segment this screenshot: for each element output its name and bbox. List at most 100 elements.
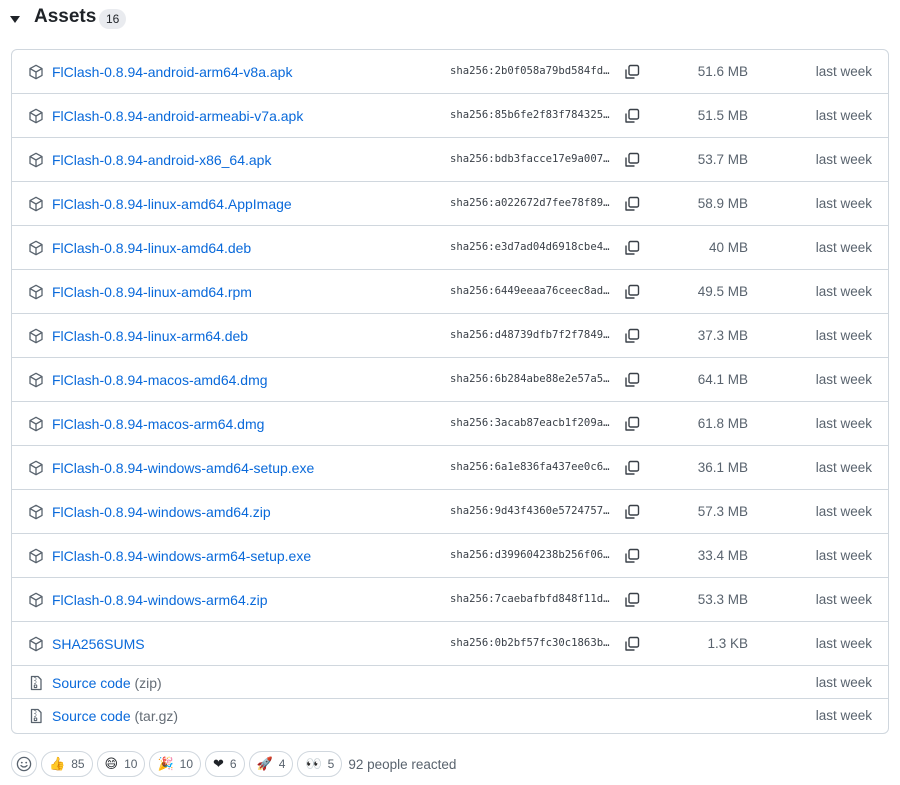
asset-time: last week bbox=[815, 636, 872, 651]
asset-size: 64.1 MB bbox=[697, 372, 748, 387]
reaction-button[interactable]: 👀 5 bbox=[297, 751, 343, 777]
copy-icon[interactable] bbox=[623, 371, 641, 389]
copy-icon[interactable] bbox=[623, 151, 641, 169]
asset-row: FlClash-0.8.94-macos-amd64.dmg sha256:6b2… bbox=[12, 357, 888, 401]
copy-icon[interactable] bbox=[623, 635, 641, 653]
asset-download-link[interactable]: FlClash-0.8.94-windows-amd64.zip bbox=[52, 504, 271, 520]
source-time: last week bbox=[815, 675, 872, 690]
copy-icon[interactable] bbox=[623, 107, 641, 125]
reaction-button[interactable]: 😄 10 bbox=[96, 751, 146, 777]
reaction-count: 6 bbox=[229, 757, 237, 771]
asset-sha256: sha256:3acab87eacb1f209a… bbox=[450, 417, 610, 429]
asset-time: last week bbox=[815, 548, 872, 563]
asset-size: 37.3 MB bbox=[697, 328, 748, 343]
asset-download-link[interactable]: FlClash-0.8.94-android-armeabi-v7a.apk bbox=[52, 108, 303, 124]
source-code-row: Source code (zip) last week bbox=[12, 665, 888, 698]
file-zip-icon bbox=[28, 675, 44, 691]
asset-download-link[interactable]: FlClash-0.8.94-linux-arm64.deb bbox=[52, 328, 248, 344]
asset-download-link[interactable]: FlClash-0.8.94-windows-amd64-setup.exe bbox=[52, 460, 314, 476]
package-icon bbox=[28, 592, 44, 608]
asset-sha256: sha256:d399604238b256f06… bbox=[450, 549, 610, 561]
package-icon bbox=[28, 636, 44, 652]
add-reaction-button[interactable] bbox=[11, 751, 37, 777]
asset-sha256: sha256:7caebafbfd848f11d… bbox=[450, 593, 610, 605]
copy-icon[interactable] bbox=[623, 195, 641, 213]
asset-download-link[interactable]: FlClash-0.8.94-linux-amd64.deb bbox=[52, 240, 251, 256]
asset-size: 53.7 MB bbox=[697, 152, 748, 167]
reaction-button[interactable]: 👍 85 bbox=[41, 751, 93, 777]
asset-time: last week bbox=[815, 240, 872, 255]
asset-time: last week bbox=[815, 152, 872, 167]
source-code-label: Source code bbox=[52, 708, 131, 724]
asset-sha256: sha256:bdb3facce17e9a007… bbox=[450, 153, 610, 165]
asset-download-link[interactable]: FlClash-0.8.94-windows-arm64-setup.exe bbox=[52, 548, 311, 564]
source-code-row: Source code (tar.gz) last week bbox=[12, 698, 888, 731]
copy-icon[interactable] bbox=[623, 459, 641, 477]
asset-row: FlClash-0.8.94-windows-amd64.zip sha256:9… bbox=[12, 489, 888, 533]
package-icon bbox=[28, 460, 44, 476]
assets-header: Assets 16 bbox=[0, 0, 900, 40]
package-icon bbox=[28, 504, 44, 520]
reaction-button[interactable]: ❤ 6 bbox=[205, 751, 245, 777]
source-code-link[interactable]: Source code (zip) bbox=[52, 675, 162, 691]
asset-download-link[interactable]: FlClash-0.8.94-windows-arm64.zip bbox=[52, 592, 268, 608]
asset-time: last week bbox=[815, 328, 872, 343]
copy-icon[interactable] bbox=[623, 503, 641, 521]
asset-size: 57.3 MB bbox=[697, 504, 748, 519]
collapse-caret-icon[interactable] bbox=[10, 16, 20, 23]
package-icon bbox=[28, 284, 44, 300]
asset-sha256: sha256:e3d7ad04d6918cbe4… bbox=[450, 241, 610, 253]
asset-row: FlClash-0.8.94-linux-amd64.rpm sha256:644… bbox=[12, 269, 888, 313]
laugh-icon: 😄 bbox=[104, 756, 119, 772]
asset-sha256: sha256:6449eeaa76ceec8ad… bbox=[450, 285, 610, 297]
asset-time: last week bbox=[815, 108, 872, 123]
copy-icon[interactable] bbox=[623, 591, 641, 609]
file-zip-icon bbox=[28, 708, 44, 724]
copy-icon[interactable] bbox=[623, 239, 641, 257]
asset-sha256: sha256:6b284abe88e2e57a5… bbox=[450, 373, 610, 385]
asset-download-link[interactable]: FlClash-0.8.94-linux-amd64.AppImage bbox=[52, 196, 292, 212]
asset-size: 51.6 MB bbox=[697, 64, 748, 79]
asset-row: FlClash-0.8.94-macos-arm64.dmg sha256:3ac… bbox=[12, 401, 888, 445]
package-icon bbox=[28, 328, 44, 344]
copy-icon[interactable] bbox=[623, 283, 641, 301]
asset-time: last week bbox=[815, 504, 872, 519]
copy-icon[interactable] bbox=[623, 547, 641, 565]
asset-download-link[interactable]: SHA256SUMS bbox=[52, 636, 145, 652]
asset-sha256: sha256:9d43f4360e5724757… bbox=[450, 505, 610, 517]
package-icon bbox=[28, 152, 44, 168]
asset-time: last week bbox=[815, 592, 872, 607]
asset-row: FlClash-0.8.94-windows-amd64-setup.exe sh… bbox=[12, 445, 888, 489]
rocket-icon: 🚀 bbox=[256, 756, 273, 772]
asset-row: FlClash-0.8.94-android-arm64-v8a.apk sha2… bbox=[12, 50, 888, 93]
asset-size: 33.4 MB bbox=[697, 548, 748, 563]
asset-size: 51.5 MB bbox=[697, 108, 748, 123]
asset-row: FlClash-0.8.94-windows-arm64.zip sha256:7… bbox=[12, 577, 888, 621]
asset-sha256: sha256:2b0f058a79bd584fd… bbox=[450, 65, 610, 77]
copy-icon[interactable] bbox=[623, 63, 641, 81]
asset-size: 53.3 MB bbox=[697, 592, 748, 607]
package-icon bbox=[28, 416, 44, 432]
asset-sha256: sha256:85b6fe2f83f784325… bbox=[450, 109, 610, 121]
asset-row: SHA256SUMS sha256:0b2bf57fc30c1863b… 1.3 K… bbox=[12, 621, 888, 665]
asset-size: 1.3 KB bbox=[707, 636, 748, 651]
reaction-summary: 92 people reacted bbox=[348, 756, 457, 772]
package-icon bbox=[28, 108, 44, 124]
asset-download-link[interactable]: FlClash-0.8.94-android-arm64-v8a.apk bbox=[52, 64, 292, 80]
reaction-button[interactable]: 🚀 4 bbox=[248, 751, 294, 777]
asset-list: FlClash-0.8.94-android-arm64-v8a.apk sha2… bbox=[11, 49, 889, 734]
copy-icon[interactable] bbox=[623, 327, 641, 345]
reaction-button[interactable]: 🎉 10 bbox=[149, 751, 202, 777]
asset-size: 61.8 MB bbox=[697, 416, 748, 431]
asset-download-link[interactable]: FlClash-0.8.94-android-x86_64.apk bbox=[52, 152, 271, 168]
asset-time: last week bbox=[815, 284, 872, 299]
asset-download-link[interactable]: FlClash-0.8.94-linux-amd64.rpm bbox=[52, 284, 252, 300]
source-code-format: (zip) bbox=[134, 675, 162, 691]
source-time: last week bbox=[815, 708, 872, 723]
copy-icon[interactable] bbox=[623, 415, 641, 433]
asset-download-link[interactable]: FlClash-0.8.94-macos-arm64.dmg bbox=[52, 416, 264, 432]
asset-time: last week bbox=[815, 372, 872, 387]
asset-download-link[interactable]: FlClash-0.8.94-macos-amd64.dmg bbox=[52, 372, 268, 388]
heart-icon: ❤ bbox=[213, 756, 224, 772]
source-code-link[interactable]: Source code (tar.gz) bbox=[52, 708, 178, 724]
